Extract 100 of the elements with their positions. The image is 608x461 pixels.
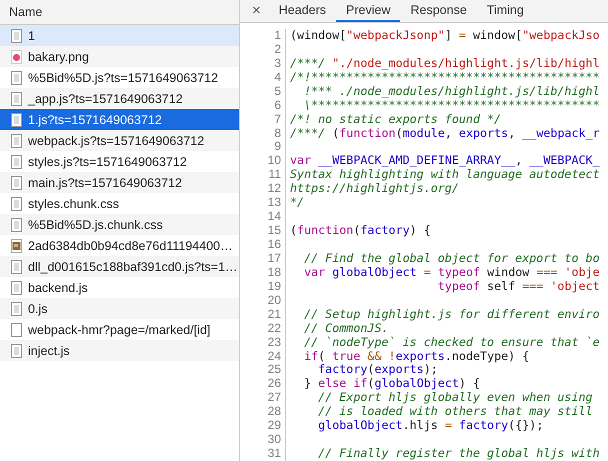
line-number: 20 bbox=[240, 294, 286, 308]
column-header[interactable]: Name bbox=[0, 0, 239, 25]
code-line: (function(factory) { bbox=[290, 224, 431, 238]
code-line: (window["webpackJsonp"] = window["webpackJso bbox=[290, 28, 600, 43]
document-icon bbox=[11, 260, 22, 274]
code-line: if( true && !exports.nodeType) { bbox=[303, 350, 530, 364]
line-number: 18 bbox=[240, 266, 286, 280]
line-number: 13 bbox=[240, 196, 286, 210]
document-icon bbox=[11, 196, 22, 210]
code-line: /***/ "./node_modules/highlight.js/lib/highl bbox=[290, 56, 600, 71]
line-number: 19 bbox=[240, 280, 286, 294]
line-number: 22 bbox=[240, 322, 286, 336]
code-line: typeof self === 'object bbox=[436, 280, 600, 294]
document-icon bbox=[11, 218, 22, 232]
file-name: %5Bid%5D.js.chunk.css bbox=[28, 218, 163, 232]
code-line: https://highlightjs.org/ bbox=[290, 182, 459, 196]
code-line: !*** ./node_modules/highlight.js/lib/highl bbox=[303, 84, 600, 99]
line-number: 2 bbox=[240, 42, 286, 57]
line-number: 1 bbox=[240, 28, 286, 43]
document-icon bbox=[11, 28, 22, 42]
thumbnail-icon bbox=[11, 238, 22, 252]
file-name: styles.chunk.css bbox=[28, 196, 120, 210]
line-number: 24 bbox=[240, 350, 286, 364]
code-line: } else if(globalObject) { bbox=[303, 377, 480, 392]
file-name: webpack.js?ts=1571649063712 bbox=[28, 134, 204, 148]
line-number: 25 bbox=[240, 363, 286, 378]
line-number: 29 bbox=[240, 419, 286, 434]
line-number: 10 bbox=[240, 154, 286, 168]
line-number: 14 bbox=[240, 210, 286, 224]
code-line: */ bbox=[290, 196, 304, 210]
file-name: styles.js?ts=1571649063712 bbox=[28, 154, 187, 168]
code-line: var __WEBPACK_AMD_DEFINE_ARRAY__, __WEBPACK_ bbox=[290, 154, 600, 168]
document-icon bbox=[11, 92, 22, 106]
code-line: // is loaded with others that may still bbox=[317, 405, 593, 420]
file-name: dll_d001615c188baf391cd0.js?ts=1… bbox=[28, 260, 238, 274]
code-line: // `nodeType` is checked to ensure that `e bbox=[303, 336, 600, 350]
file-row[interactable]: _app.js?ts=1571649063712 bbox=[0, 88, 239, 109]
file-row[interactable]: 1.js?ts=1571649063712 bbox=[0, 109, 239, 130]
document-icon bbox=[11, 112, 22, 126]
file-name: 1.js?ts=1571649063712 bbox=[28, 112, 162, 126]
file-name: 1 bbox=[28, 28, 35, 42]
line-number: 27 bbox=[240, 391, 286, 406]
line-number: 6 bbox=[240, 98, 286, 113]
document-icon bbox=[11, 302, 22, 316]
file-name: 0.js bbox=[28, 302, 48, 316]
file-row[interactable]: webpack.js?ts=1571649063712 bbox=[0, 130, 239, 151]
file-row[interactable]: bakary.png bbox=[0, 46, 239, 67]
line-number: 17 bbox=[240, 252, 286, 266]
file-name: _app.js?ts=1571649063712 bbox=[28, 92, 183, 106]
tab[interactable]: Headers bbox=[268, 0, 336, 22]
line-number: 15 bbox=[240, 224, 286, 238]
code-line: /*!***************************************** bbox=[290, 70, 600, 85]
code-line: factory(exports); bbox=[317, 363, 438, 378]
code-line: // Setup highlight.js for different enviro bbox=[303, 308, 600, 322]
code-line: var globalObject = typeof window === 'obje bbox=[303, 266, 600, 280]
line-number: 11 bbox=[240, 168, 286, 182]
code-line: globalObject.hljs = factory({}); bbox=[317, 419, 544, 434]
code-line: /***/ (function(module, exports, __webpack_r bbox=[290, 126, 600, 140]
image-icon bbox=[11, 50, 22, 64]
file-name: inject.js bbox=[28, 344, 70, 358]
line-number: 9 bbox=[240, 140, 286, 154]
line-number: 26 bbox=[240, 377, 286, 392]
code-line: // Finally register the global hljs with bbox=[317, 447, 600, 461]
line-number: 7 bbox=[240, 112, 286, 126]
file-name: 2ad6384db0b94cd8e76d11194400… bbox=[28, 238, 233, 252]
file-row[interactable]: 0.js bbox=[0, 298, 239, 319]
line-number: 30 bbox=[240, 433, 286, 448]
file-name: %5Bid%5D.js?ts=1571649063712 bbox=[28, 70, 218, 84]
line-number: 31 bbox=[240, 447, 286, 461]
code-line: // Find the global object for export to bo bbox=[303, 252, 600, 266]
document-icon bbox=[11, 154, 22, 168]
document-icon bbox=[11, 344, 22, 358]
file-name: webpack-hmr?page=/marked/[id] bbox=[28, 322, 210, 336]
code-line: // Export hljs globally even when using bbox=[317, 391, 593, 406]
file-row[interactable]: main.js?ts=1571649063712 bbox=[0, 172, 239, 193]
blank-file-icon bbox=[11, 322, 22, 336]
file-row[interactable]: inject.js bbox=[0, 340, 239, 361]
document-icon bbox=[11, 176, 22, 190]
line-number: 4 bbox=[240, 70, 286, 85]
file-row[interactable]: dll_d001615c188baf391cd0.js?ts=1… bbox=[0, 256, 239, 277]
file-row[interactable]: %5Bid%5D.js.chunk.css bbox=[0, 214, 239, 235]
document-icon bbox=[11, 134, 22, 148]
close-button[interactable]: × bbox=[244, 0, 269, 22]
code-line: \***************************************** bbox=[303, 98, 600, 113]
file-name: backend.js bbox=[28, 280, 88, 294]
code-line: // CommonJS. bbox=[303, 322, 389, 336]
tab[interactable]: Timing bbox=[476, 0, 534, 22]
document-icon bbox=[11, 70, 22, 84]
file-name: main.js?ts=1571649063712 bbox=[28, 176, 182, 190]
line-number: 12 bbox=[240, 182, 286, 196]
line-number: 21 bbox=[240, 308, 286, 322]
line-number: 16 bbox=[240, 238, 286, 252]
line-number: 28 bbox=[240, 405, 286, 420]
line-number: 8 bbox=[240, 126, 286, 140]
file-row[interactable]: 1 bbox=[0, 25, 239, 46]
document-icon bbox=[11, 280, 22, 294]
file-name: bakary.png bbox=[28, 50, 89, 64]
line-number: 5 bbox=[240, 84, 286, 99]
tab[interactable]: Response bbox=[400, 0, 477, 22]
line-number: 3 bbox=[240, 56, 286, 71]
